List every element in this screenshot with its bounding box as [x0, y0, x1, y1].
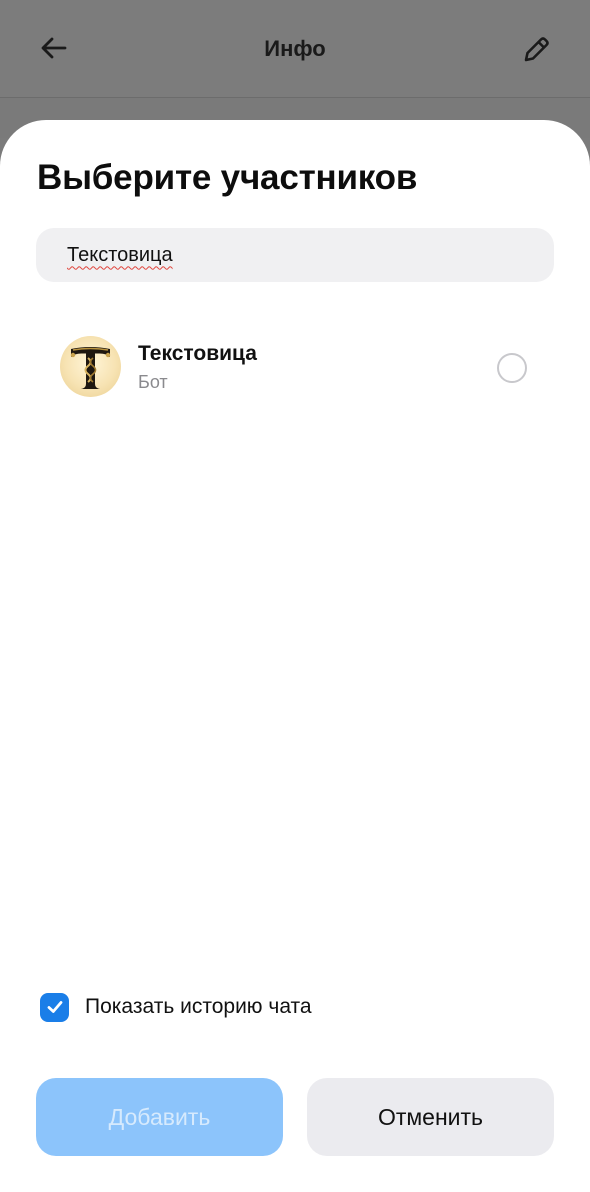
- cancel-button[interactable]: Отменить: [307, 1078, 554, 1156]
- checkmark-icon: [47, 1001, 62, 1013]
- search-input-value: Текстовица: [67, 243, 173, 266]
- sheet-title: Выберите участников: [37, 158, 418, 197]
- show-history-option[interactable]: Показать историю чата: [40, 992, 312, 1022]
- contact-subtitle: Бот: [138, 372, 168, 392]
- select-radio[interactable]: [497, 353, 527, 383]
- show-history-label: Показать историю чата: [85, 995, 312, 1018]
- top-navigation-bar: Инфо: [0, 0, 590, 98]
- contact-name: Текстовица: [138, 342, 257, 365]
- avatar: [60, 336, 121, 397]
- page-title: Инфо: [264, 36, 326, 61]
- edit-button[interactable]: [516, 30, 556, 70]
- contact-list-item[interactable]: Текстовица Бот: [60, 335, 532, 399]
- pencil-icon: [524, 37, 549, 62]
- app-root: Инфо Выберите участников Текстовица Текс…: [0, 0, 590, 1192]
- select-participants-sheet: Выберите участников Текстовица Текстовиц…: [0, 120, 590, 1192]
- show-history-checkbox[interactable]: [40, 992, 69, 1022]
- ornate-letter-t-icon: [70, 347, 111, 389]
- search-input[interactable]: Текстовица: [36, 228, 554, 282]
- add-button[interactable]: Добавить: [36, 1078, 283, 1156]
